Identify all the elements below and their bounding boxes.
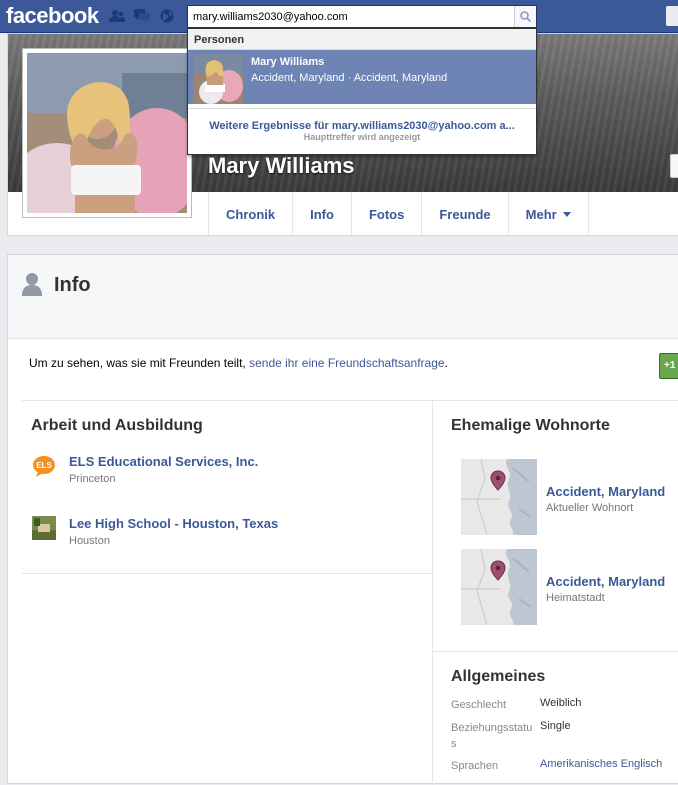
divider	[22, 573, 432, 574]
school-photo-icon	[32, 516, 56, 540]
profile-picture[interactable]	[22, 48, 192, 218]
divider	[22, 400, 678, 401]
result-location: Accident, Maryland · Accident, Maryland	[251, 72, 448, 84]
friend-request-end: .	[444, 356, 448, 370]
more-results-subtext: Haupttreffer wird angezeigt	[303, 132, 421, 142]
tab-mehr-label: Mehr	[525, 207, 557, 222]
search-button[interactable]	[514, 6, 536, 27]
place-name-link[interactable]: Accident, Maryland	[546, 574, 665, 589]
person-icon	[22, 273, 42, 296]
work-item: ELS ELS Educational Services, Inc. Princ…	[32, 454, 422, 494]
info-title: Info	[54, 274, 91, 296]
search-result-item[interactable]: Mary Williams Accident, Maryland · Accid…	[188, 50, 536, 104]
education-item: Lee High School - Houston, Texas Houston	[32, 516, 422, 556]
search-input[interactable]	[188, 6, 508, 27]
result-avatar	[193, 54, 243, 104]
search-icon	[520, 11, 531, 22]
tab-freunde[interactable]: Freunde	[421, 192, 507, 237]
gender-value: Weiblich	[540, 697, 582, 709]
friend-request-prompt: Um zu sehen, was sie mit Freunden teilt,…	[29, 356, 448, 370]
place-item: Accident, Maryland Heimatstadt	[461, 549, 678, 625]
messages-icon[interactable]	[134, 9, 150, 23]
school-name-link[interactable]: Lee High School - Houston, Texas	[69, 516, 278, 531]
relationship-label: Beziehungsstatus	[451, 722, 533, 750]
send-friend-request-link[interactable]: sende ihr eine Freundschaftsanfrage	[249, 356, 444, 370]
search-box[interactable]	[187, 5, 537, 28]
general-title: Allgemeines	[451, 668, 546, 685]
els-logo-icon: ELS	[33, 456, 55, 477]
languages-value-link[interactable]: Amerikanisches Englisch	[540, 758, 662, 770]
tab-mehr[interactable]: Mehr	[507, 192, 589, 237]
profile-name[interactable]: Mary Williams	[208, 153, 355, 179]
tab-fotos[interactable]: Fotos	[350, 192, 421, 237]
gender-label: Geschlecht	[451, 699, 507, 711]
tab-chronik[interactable]: Chronik	[208, 192, 292, 237]
chevron-down-icon	[562, 212, 571, 217]
school-location: Houston	[69, 535, 110, 547]
column-divider	[432, 401, 433, 785]
work-education-title: Arbeit und Ausbildung	[31, 417, 203, 434]
notifications-globe-icon[interactable]	[159, 9, 175, 23]
place-type: Heimatstadt	[546, 592, 605, 604]
add-friend-button[interactable]: +1	[659, 353, 678, 379]
place-type: Aktueller Wohnort	[546, 502, 634, 514]
profile-tabs: Chronik Info Fotos Freunde Mehr	[208, 192, 589, 237]
map-thumbnail[interactable]	[461, 459, 537, 535]
cover-action-button[interactable]	[670, 154, 678, 178]
relationship-value: Single	[540, 720, 571, 732]
result-name: Mary Williams	[251, 56, 325, 68]
place-item: Accident, Maryland Aktueller Wohnort	[461, 459, 678, 535]
friend-request-text: Um zu sehen, was sie mit Freunden teilt,	[29, 356, 250, 370]
languages-label: Sprachen	[451, 760, 499, 772]
facebook-logo[interactable]: facebook	[6, 3, 99, 29]
places-title: Ehemalige Wohnorte	[451, 417, 610, 434]
dropdown-section-header: Personen	[188, 29, 536, 50]
more-results-link[interactable]: Weitere Ergebnisse für mary.williams2030…	[188, 108, 536, 154]
info-section: Info Um zu sehen, was sie mit Freunden t…	[7, 254, 678, 785]
info-header: Info	[8, 255, 678, 339]
friend-requests-icon[interactable]	[109, 9, 125, 23]
more-results-text: Weitere Ergebnisse für mary.williams2030…	[209, 120, 515, 132]
place-name-link[interactable]: Accident, Maryland	[546, 484, 665, 499]
divider	[433, 651, 678, 652]
work-name-link[interactable]: ELS Educational Services, Inc.	[69, 454, 258, 469]
search-dropdown: Personen Mary Williams Accident, Marylan…	[187, 28, 537, 155]
tab-info[interactable]: Info	[292, 192, 351, 237]
account-menu-button[interactable]	[666, 6, 678, 26]
map-thumbnail[interactable]	[461, 549, 537, 625]
work-location: Princeton	[69, 473, 116, 485]
els-logo-text: ELS	[36, 461, 52, 470]
